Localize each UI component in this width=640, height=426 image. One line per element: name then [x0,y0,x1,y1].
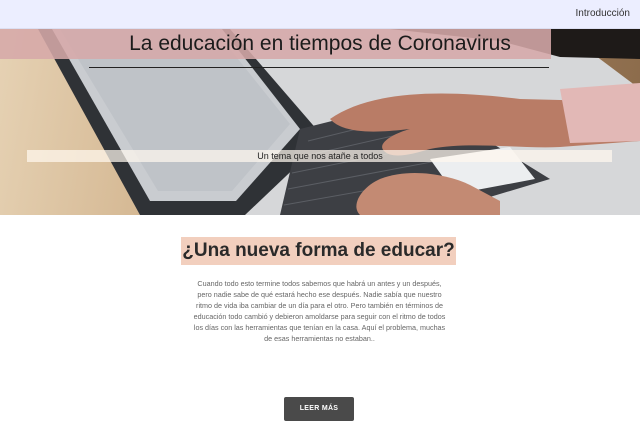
hero-title-divider [89,67,549,68]
section-heading: ¿Una nueva forma de educar? [181,237,456,265]
section-body-text: Cuando todo esto termine todos sabemos q… [193,279,446,343]
navbar: Introducción [0,0,640,29]
read-more-button[interactable]: LEER MÁS [284,397,354,421]
hero-title: La educación en tiempos de Coronavirus [129,32,511,55]
hero-subtitle: Un tema que nos atañe a todos [257,151,383,161]
nav-link-introduccion[interactable]: Introducción [576,8,630,19]
